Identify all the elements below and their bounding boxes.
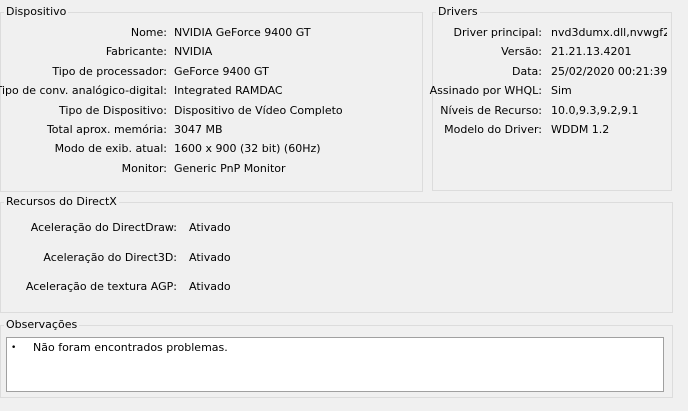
device-value-chip-type: GeForce 9400 GT	[174, 65, 269, 78]
device-row-chip-type: Tipo de processador: GeForce 9400 GT	[1, 65, 422, 79]
driver-label-main: Driver principal:	[453, 26, 542, 39]
directx-row-direct3d: Aceleração do Direct3D: Ativado	[1, 251, 672, 265]
directx-group: Recursos do DirectX Aceleração do Direct…	[0, 196, 673, 313]
notes-textbox[interactable]: • Não foram encontrados problemas.	[6, 337, 664, 392]
directx-row-directdraw: Aceleração do DirectDraw: Ativado	[1, 221, 672, 235]
device-value-device-type: Dispositivo de Vídeo Completo	[174, 104, 343, 117]
device-label-chip-type: Tipo de processador:	[52, 65, 167, 78]
notes-item: Não foram encontrados problemas.	[33, 341, 228, 354]
directx-row-agp: Aceleração de textura AGP: Ativado	[1, 280, 672, 294]
notes-group-title: Observações	[4, 318, 80, 331]
device-row-manufacturer: Fabricante: NVIDIA	[1, 45, 422, 59]
device-value-dac-type: Integrated RAMDAC	[174, 84, 283, 97]
directx-group-title: Recursos do DirectX	[4, 195, 119, 208]
device-label-device-type: Tipo de Dispositivo:	[59, 104, 167, 117]
driver-row-version: Versão: 21.21.13.4201	[433, 45, 671, 59]
drivers-group-title: Drivers	[436, 5, 480, 18]
directx-value-directdraw: Ativado	[189, 221, 231, 234]
directx-label-direct3d: Aceleração do Direct3D:	[43, 251, 177, 264]
device-label-monitor: Monitor:	[121, 162, 167, 175]
device-group: Dispositivo Nome: NVIDIA GeForce 9400 GT…	[0, 6, 423, 192]
device-value-display-mode: 1600 x 900 (32 bit) (60Hz)	[174, 142, 321, 155]
driver-value-main: nvd3dumx.dll,nvwgf2u	[551, 26, 667, 39]
notes-group: Observações • Não foram encontrados prob…	[0, 319, 673, 398]
driver-label-whql: Assinado por WHQL:	[429, 84, 542, 97]
driver-label-model: Modelo do Driver:	[444, 123, 542, 136]
driver-value-version: 21.21.13.4201	[551, 45, 632, 58]
device-value-name: NVIDIA GeForce 9400 GT	[174, 26, 311, 39]
bullet-icon: •	[11, 343, 17, 353]
device-row-dac-type: Tipo de conv. analógico-digital: Integra…	[0, 84, 422, 98]
driver-label-date: Data:	[512, 65, 542, 78]
device-label-dac-type: Tipo de conv. analógico-digital:	[0, 84, 167, 97]
driver-value-date: 25/02/2020 00:21:39	[551, 65, 668, 78]
device-value-manufacturer: NVIDIA	[174, 45, 213, 58]
driver-row-whql: Assinado por WHQL: Sim	[429, 84, 671, 98]
directx-label-agp: Aceleração de textura AGP:	[25, 280, 177, 293]
driver-label-feature-levels: Níveis de Recurso:	[440, 104, 542, 117]
driver-value-model: WDDM 1.2	[551, 123, 610, 136]
driver-value-feature-levels: 10.0,9.3,9.2,9.1	[551, 104, 639, 117]
device-row-device-type: Tipo de Dispositivo: Dispositivo de Víde…	[1, 104, 422, 118]
driver-row-date: Data: 25/02/2020 00:21:39	[433, 65, 671, 79]
device-row-monitor: Monitor: Generic PnP Monitor	[1, 162, 422, 176]
driver-label-version: Versão:	[501, 45, 542, 58]
device-row-display-mode: Modo de exib. atual: 1600 x 900 (32 bit)…	[1, 142, 422, 156]
device-value-memory: 3047 MB	[174, 123, 223, 136]
device-row-memory: Total aprox. memória: 3047 MB	[1, 123, 422, 137]
device-label-name: Nome:	[130, 26, 167, 39]
device-label-display-mode: Modo de exib. atual:	[54, 142, 167, 155]
device-group-title: Dispositivo	[4, 5, 69, 18]
device-label-memory: Total aprox. memória:	[46, 123, 167, 136]
device-row-name: Nome: NVIDIA GeForce 9400 GT	[1, 26, 422, 40]
driver-row-model: Modelo do Driver: WDDM 1.2	[433, 123, 671, 137]
device-label-manufacturer: Fabricante:	[105, 45, 167, 58]
directx-value-agp: Ativado	[189, 280, 231, 293]
drivers-group: Drivers Driver principal: nvd3dumx.dll,n…	[429, 6, 672, 191]
driver-value-whql: Sim	[551, 84, 572, 97]
device-value-monitor: Generic PnP Monitor	[174, 162, 286, 175]
directx-label-directdraw: Aceleração do DirectDraw:	[30, 221, 177, 234]
driver-row-feature-levels: Níveis de Recurso: 10.0,9.3,9.2,9.1	[433, 104, 671, 118]
driver-row-main: Driver principal: nvd3dumx.dll,nvwgf2u	[433, 26, 671, 40]
directx-value-direct3d: Ativado	[189, 251, 231, 264]
